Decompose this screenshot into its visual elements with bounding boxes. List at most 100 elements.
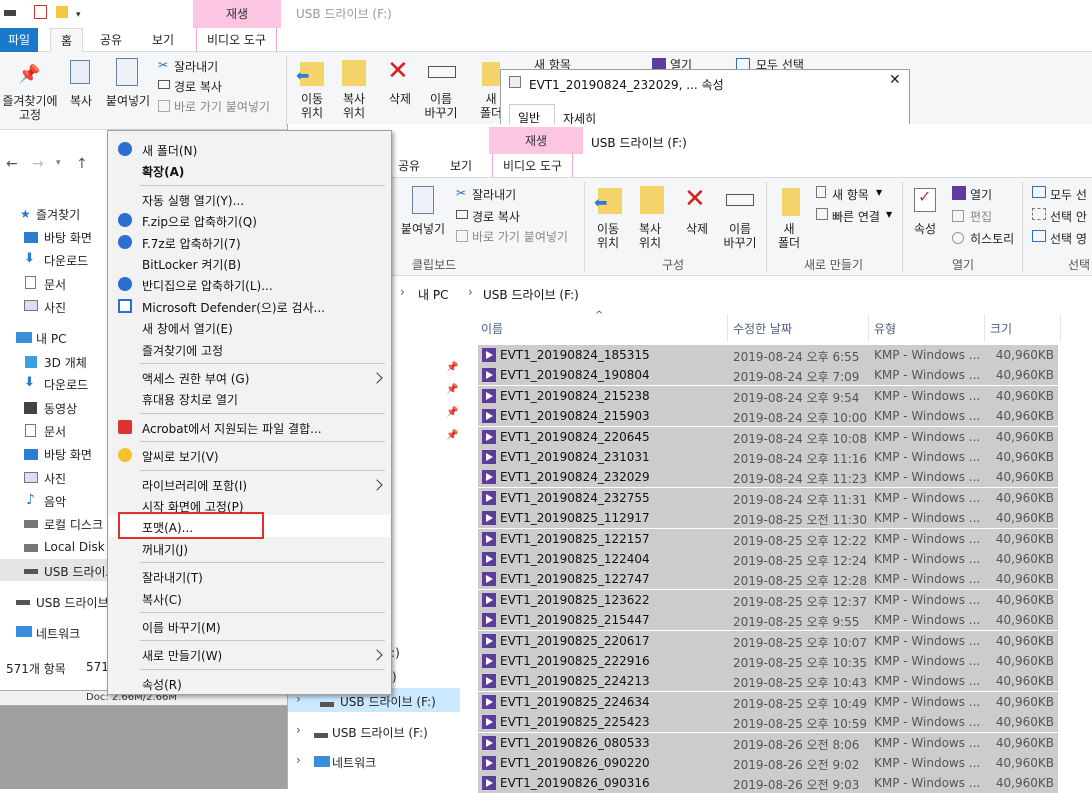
properties-quick-icon[interactable] (34, 5, 47, 19)
nav-music[interactable]: 음악 (44, 493, 66, 510)
file-row[interactable]: EVT1_20190824_215903 2019-08-24 오후 10:00 K… (478, 406, 1058, 427)
copy-label[interactable]: 복사 (64, 94, 98, 108)
file-row[interactable]: EVT1_20190824_232029 2019-08-24 오후 11:23 K… (478, 467, 1058, 488)
paste-shortcut-label[interactable]: 바로 가기 붙여넣기 (174, 98, 270, 115)
menu-item[interactable]: 속성(R) (142, 676, 182, 693)
copy-path-label[interactable]: 경로 복사 (174, 78, 222, 95)
menu-item[interactable]: 새로 만들기(W) (142, 647, 222, 664)
folder-quick-icon[interactable] (56, 6, 68, 18)
move-to-label[interactable]: 이동 위치 (292, 92, 332, 120)
pin-icon[interactable]: 📌 (446, 430, 458, 441)
copy-to-label[interactable]: 복사 위치 (334, 92, 374, 120)
column-header-name[interactable]: 이름 (481, 320, 503, 337)
chevron-right-icon[interactable]: › (296, 753, 301, 767)
back-arrow-icon[interactable]: ← (6, 156, 18, 172)
new-item-dropdown-icon[interactable]: ▼ (876, 188, 882, 197)
up-arrow-icon[interactable]: ↑ (76, 156, 88, 172)
properties-icon[interactable]: ✓ (914, 187, 936, 212)
menu-item[interactable]: 반디집으로 압축하기(L)... (142, 277, 273, 294)
nav-downloads[interactable]: 다운로드 (44, 376, 88, 393)
delete-label[interactable]: 삭제 (382, 92, 418, 106)
paste-shortcut-icon[interactable] (456, 230, 468, 242)
menu-item[interactable]: 꺼내기(J) (142, 541, 188, 558)
column-header-size[interactable]: 크기 (990, 320, 1012, 337)
column-header-type[interactable]: 유형 (874, 320, 896, 337)
menu-item[interactable]: F.7z로 압축하기(7) (142, 235, 241, 252)
easy-access-icon[interactable] (816, 208, 828, 220)
pin-icon[interactable]: 📌 (446, 362, 458, 373)
delete-icon[interactable]: ✕ (387, 58, 409, 84)
invert-selection-icon[interactable] (1032, 230, 1046, 242)
file-row[interactable]: EVT1_20190825_122404 2019-08-25 오후 12:24 K… (478, 549, 1058, 569)
menu-item[interactable]: 잘라내기(T) (142, 569, 203, 586)
address-bar[interactable]: › 내 PC › USB 드라이브 (F:) (288, 280, 1092, 306)
nav-this-pc[interactable]: 내 PC (36, 330, 66, 347)
menu-item[interactable]: 라이브러리에 포함(I) (142, 477, 247, 494)
menu-item[interactable]: 이름 바꾸기(M) (142, 619, 221, 636)
select-all-icon[interactable] (1032, 186, 1046, 198)
copy-path-icon[interactable] (456, 210, 468, 219)
file-row[interactable]: EVT1_20190825_225423 2019-08-25 오후 10:59 K… (478, 712, 1058, 733)
file-row[interactable]: EVT1_20190825_224634 2019-08-25 오후 10:49 K… (478, 691, 1058, 712)
history-icon[interactable] (952, 232, 964, 244)
cut-label[interactable]: 잘라내기 (174, 58, 218, 75)
nav-fav-downloads[interactable]: 다운로드 (44, 252, 88, 269)
column-divider[interactable] (984, 314, 985, 342)
easy-access-dropdown-icon[interactable]: ▼ (886, 210, 892, 219)
chevron-right-icon[interactable]: › (296, 723, 301, 737)
breadcrumb-this-pc[interactable]: 내 PC (418, 286, 448, 303)
nav-network[interactable]: 네트워크 (36, 625, 80, 642)
file-row[interactable]: EVT1_20190824_232755 2019-08-24 오후 11:31 K… (478, 487, 1058, 508)
front-select-none-label[interactable]: 선택 안 (1050, 208, 1087, 225)
quick-access-dropdown-icon[interactable]: ▾ (76, 10, 81, 20)
front-rename-label[interactable]: 이름 바꾸기 (716, 222, 764, 250)
nav-network[interactable]: 네트워크 (332, 754, 376, 771)
menu-item[interactable]: F.zip으로 압축하기(Q) (142, 213, 257, 230)
tab-home[interactable]: 홈 (50, 28, 84, 52)
file-row[interactable]: EVT1_20190824_220645 2019-08-24 오후 10:08 K… (478, 426, 1058, 447)
file-row[interactable]: EVT1_20190824_215238 2019-08-24 오후 9:54 KM… (478, 385, 1058, 406)
front-tab-share[interactable]: 공유 (388, 154, 430, 178)
tab-file[interactable]: 파일 (0, 28, 39, 52)
column-divider[interactable] (727, 314, 728, 342)
file-row[interactable]: EVT1_20190825_222916 2019-08-25 오후 10:35 K… (478, 651, 1058, 671)
move-to-icon[interactable]: ⬅ (594, 188, 622, 214)
copy-to-icon[interactable] (342, 60, 366, 86)
nav-usb-drive-f[interactable]: USB 드라이브 (F:) (332, 724, 428, 741)
nav-videos[interactable]: 동영상 (44, 400, 77, 417)
copy-to-icon[interactable] (640, 186, 664, 214)
column-divider[interactable] (868, 314, 869, 342)
file-row[interactable]: EVT1_20190824_190804 2019-08-24 오후 7:09 KM… (478, 365, 1058, 386)
pin-to-quick-access-label[interactable]: 즐겨찾기에 고정 (0, 94, 60, 122)
new-folder-icon[interactable] (482, 62, 500, 86)
column-header-date[interactable]: 수정한 날짜 (733, 320, 792, 337)
nav-usb-drive[interactable]: USB 드라이브 (36, 594, 109, 611)
rename-icon[interactable] (428, 66, 456, 78)
menu-item[interactable]: Acrobat에서 지원되는 파일 결합... (142, 420, 322, 437)
nav-usb-drive-selected[interactable]: USB 드라이브 (44, 563, 117, 580)
column-divider[interactable] (1060, 314, 1061, 342)
menu-item[interactable]: BitLocker 켜기(B) (142, 256, 241, 273)
tab-share[interactable]: 공유 (90, 28, 132, 52)
menu-item[interactable]: 복사(C) (142, 591, 182, 608)
front-move-to-label[interactable]: 이동 위치 (588, 222, 628, 250)
menu-item[interactable]: 알씨로 보기(V) (142, 448, 219, 465)
paste-label[interactable]: 붙여넣기 (104, 94, 152, 108)
front-copy-to-label[interactable]: 복사 위치 (630, 222, 670, 250)
front-new-item-label[interactable]: 새 항목 (832, 186, 869, 203)
pin-icon[interactable]: 📌 (18, 64, 40, 85)
nav-pictures[interactable]: 사진 (44, 470, 66, 487)
nav-usb-drive-f-selected[interactable]: USB 드라이브 (F:) (340, 693, 436, 710)
front-invert-label[interactable]: 선택 영 (1050, 230, 1087, 247)
edit-icon[interactable] (952, 210, 964, 222)
menu-item[interactable]: 시작 화면에 고정(P) (142, 498, 244, 515)
rename-icon[interactable] (726, 194, 754, 206)
file-row[interactable]: EVT1_20190825_215447 2019-08-25 오후 9:55 KM… (478, 610, 1058, 631)
front-easy-access-label[interactable]: 빠른 연결 (832, 208, 880, 225)
front-edit-label[interactable]: 편집 (970, 208, 992, 225)
menu-item[interactable]: 액세스 권한 부여 (G) (142, 370, 249, 387)
close-icon[interactable]: ✕ (889, 72, 901, 88)
file-row[interactable]: EVT1_20190825_122157 2019-08-25 오후 12:22 K… (478, 528, 1058, 549)
nav-fav-documents[interactable]: 문서 (44, 276, 66, 293)
front-paste-shortcut-label[interactable]: 바로 가기 붙여넣기 (472, 228, 568, 245)
